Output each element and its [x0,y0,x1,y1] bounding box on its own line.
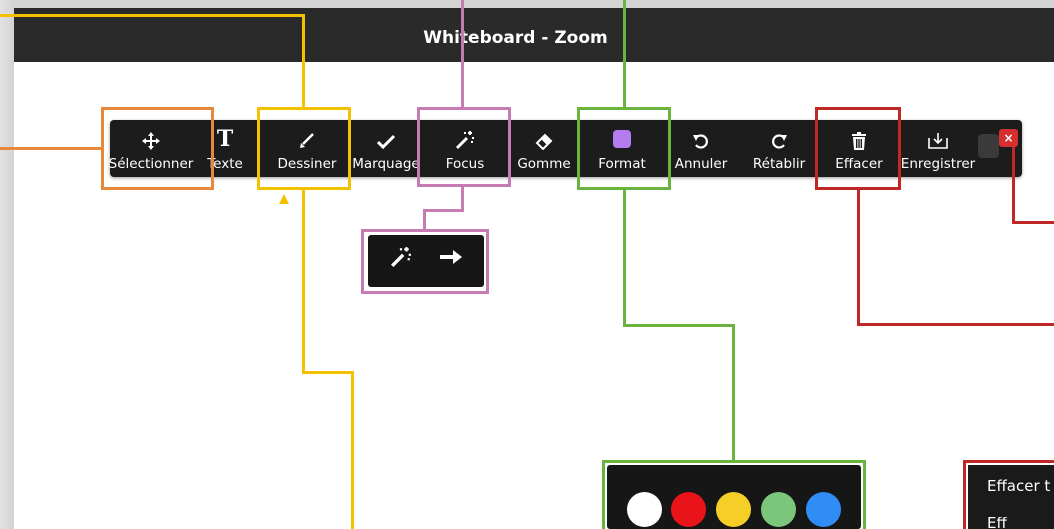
callout-close-line [1012,147,1015,224]
callout-focus-line [423,209,426,231]
callout-format-frame [577,107,671,190]
tool-label: Marquage [352,156,420,172]
callout-draw-line [302,14,305,108]
callout-draw-frame [257,107,351,190]
callout-format-line [623,0,626,108]
clear-item[interactable]: Eff [987,517,1017,529]
callout-format-line [623,189,626,327]
toolbar-more-button[interactable] [978,134,999,158]
callout-close-line [1012,221,1054,224]
color-green[interactable] [761,492,796,527]
callout-draw-line [351,371,354,529]
tool-save[interactable]: Enregistrer [896,120,980,177]
color-blue[interactable] [806,492,841,527]
whiteboard-window: Whiteboard - Zoom [14,8,1054,529]
callout-draw-line [0,14,305,17]
tool-label: Enregistrer [900,156,976,172]
callout-focus-frame [417,107,511,187]
callout-clear-line [857,323,1054,326]
window-title: Whiteboard - Zoom [423,28,608,48]
color-yellow[interactable] [716,492,751,527]
callout-select-line [0,147,102,150]
tool-redo[interactable]: Rétablir [746,120,812,177]
dropdown-caret-icon [279,194,289,204]
save-icon [927,120,949,150]
callout-focus-line [423,209,464,212]
undo-icon [692,120,710,150]
eraser-icon [534,120,554,150]
tool-eraser[interactable]: Gomme [510,120,578,177]
tool-undo[interactable]: Annuler [668,120,734,177]
tool-label: Rétablir [752,156,806,172]
magic-wand-icon[interactable] [390,246,412,273]
callout-clear-line [857,189,860,326]
callout-format-line [623,324,735,327]
clear-all-item[interactable]: Effacer t [987,477,1050,495]
clear-popup: Effacer t Eff [968,465,1054,529]
callout-draw-line [302,371,354,374]
callout-draw-line [302,189,305,374]
focus-popup [368,235,484,287]
tool-annotate[interactable]: Marquage [348,120,424,177]
text-icon: T [216,126,234,152]
color-popup [607,465,861,529]
tool-label: Annuler [674,156,728,172]
color-red[interactable] [671,492,706,527]
tool-label: Gomme [517,156,571,172]
arrow-right-icon[interactable] [438,246,464,273]
check-icon [377,120,395,150]
color-white[interactable] [627,492,662,527]
close-icon[interactable]: × [999,129,1018,147]
callout-select-frame [101,107,214,190]
callout-focus-line [461,0,464,108]
redo-icon [770,120,788,150]
callout-clear-frame [815,107,901,190]
callout-format-line [732,324,735,462]
